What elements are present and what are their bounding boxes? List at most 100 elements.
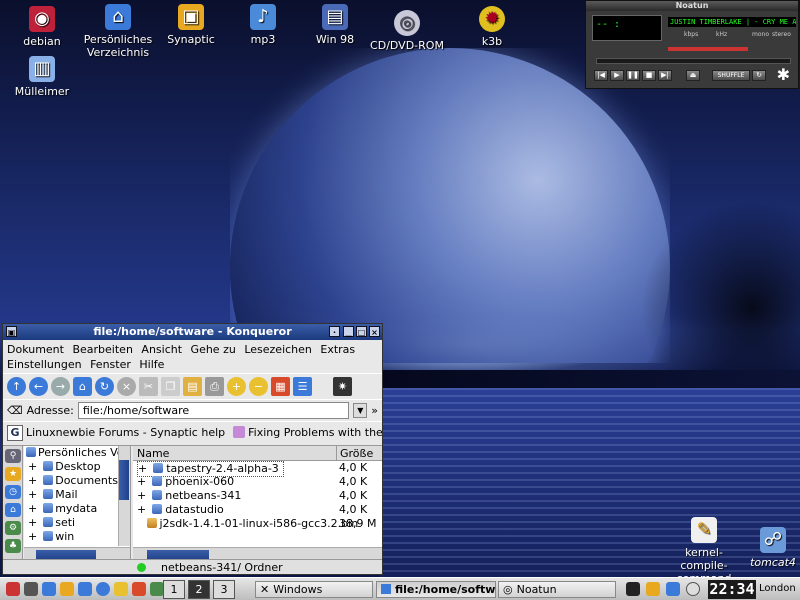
menu-fenster[interactable]: Fenster xyxy=(90,358,131,371)
icon-view-icon[interactable]: ▦ xyxy=(271,377,290,396)
desktop-icon-kernel-compile[interactable]: ✎ kernel-compile-command xyxy=(664,517,744,585)
sidebar-root-icon[interactable]: ♣ xyxy=(5,539,21,553)
menu-lesezeichen[interactable]: Lesezeichen xyxy=(244,343,312,356)
noatun-volume-bar[interactable] xyxy=(668,47,748,51)
konqueror-gear-icon[interactable]: ✷ xyxy=(333,377,352,396)
zoom-in-icon[interactable]: + xyxy=(227,377,246,396)
desktop-icon-debian[interactable]: ◉ debian xyxy=(2,6,82,48)
cut-icon[interactable]: ✂ xyxy=(139,377,158,396)
window-menu-icon[interactable]: ▣ xyxy=(6,326,17,337)
tree-item[interactable]: + mydata xyxy=(24,502,130,516)
klipper-icon[interactable] xyxy=(646,582,660,596)
tree-scroll-thumb[interactable] xyxy=(119,460,129,500)
pager-desktop-3[interactable]: 3 xyxy=(213,580,235,599)
noatun-prev-button[interactable]: |◀ xyxy=(594,70,608,81)
close-button[interactable]: × xyxy=(369,326,380,337)
noatun-stop-button[interactable]: ■ xyxy=(642,70,656,81)
desktop-icon-trash[interactable]: ▥ Mülleimer xyxy=(2,56,82,98)
tree-item[interactable]: Persönliches Ve xyxy=(24,446,130,460)
desktop-icon-k3b[interactable]: ✹ k3b xyxy=(452,6,532,48)
sidebar-home-icon[interactable]: ⌂ xyxy=(5,503,21,517)
folder-tree[interactable]: Persönliches Ve + Desktop + Documents + Mai… xyxy=(24,446,131,561)
sidebar-bookmarks-icon[interactable]: ★ xyxy=(5,467,21,481)
system-tray-disk-icon[interactable] xyxy=(686,582,700,596)
print-icon[interactable]: ⎙ xyxy=(205,377,224,396)
forward-arrow-icon[interactable]: → xyxy=(51,377,70,396)
k-menu-icon[interactable] xyxy=(6,582,20,596)
tree-item[interactable]: + seti xyxy=(24,516,130,530)
up-arrow-icon[interactable]: ↑ xyxy=(7,377,26,396)
address-input[interactable]: file:/home/software xyxy=(77,402,350,419)
desktop-icon-mp3[interactable]: ♪ mp3 xyxy=(223,4,303,46)
quicklaunch-help-icon[interactable] xyxy=(132,582,146,596)
pager-desktop-2[interactable]: 2 xyxy=(188,580,210,599)
noatun-pause-button[interactable]: ❚❚ xyxy=(626,70,640,81)
menu-gehe-zu[interactable]: Gehe zu xyxy=(191,343,236,356)
file-row[interactable]: + phoenix-060 4,0 K xyxy=(133,475,382,489)
home-icon[interactable]: ⌂ xyxy=(73,377,92,396)
clear-location-icon[interactable]: ⌫ xyxy=(7,404,23,417)
quicklaunch-mail-icon[interactable] xyxy=(114,582,128,596)
konqueror-window[interactable]: ▣ file:/home/software - Konqueror · ▁ □ … xyxy=(2,323,383,575)
task-konqueror[interactable]: file:/home/software xyxy=(376,581,496,598)
noatun-player[interactable]: Noatun -- : JUSTIN TIMBERLAKE | - CRY ME… xyxy=(585,0,799,89)
bookmark-linuxnewbie[interactable]: G Linuxnewbie Forums - Synaptic help xyxy=(7,424,225,441)
pager-desktop-1[interactable]: 1 xyxy=(163,580,185,599)
menu-extras[interactable]: Extras xyxy=(320,343,355,356)
copy-icon[interactable]: ❐ xyxy=(161,377,180,396)
tree-vertical-scrollbar[interactable] xyxy=(118,446,130,546)
quicklaunch-konqueror-icon[interactable] xyxy=(96,582,110,596)
bookmark-fixing-problems[interactable]: Fixing Problems with the Im xyxy=(233,426,382,439)
column-name[interactable]: Name xyxy=(137,446,169,461)
file-row[interactable]: j2sdk-1.4.1-01-linux-i586-gcc3.2.bin 38,… xyxy=(133,517,382,531)
desktop-icon-cdrom[interactable]: ◎ CD/DVD-ROM xyxy=(367,10,447,52)
toolbar-overflow-icon[interactable]: » xyxy=(371,404,378,417)
address-dropdown-icon[interactable]: ▼ xyxy=(353,403,368,418)
zoom-out-icon[interactable]: − xyxy=(249,377,268,396)
window-list-icon[interactable] xyxy=(42,582,56,596)
desktop-icon-tomcat4[interactable]: ☍ tomcat4 xyxy=(733,527,800,569)
noatun-next-button[interactable]: ▶| xyxy=(658,70,672,81)
minimize-button[interactable]: ▁ xyxy=(343,326,354,337)
sticky-button[interactable]: · xyxy=(329,326,340,337)
keyboard-layout-icon[interactable] xyxy=(626,582,640,596)
column-size[interactable]: Größe xyxy=(336,446,382,461)
detail-view-icon[interactable]: ☰ xyxy=(293,377,312,396)
menu-hilfe[interactable]: Hilfe xyxy=(139,358,164,371)
sidebar-network-icon[interactable]: ⚙ xyxy=(5,521,21,535)
file-row[interactable]: + netbeans-341 4,0 K xyxy=(133,489,382,503)
noatun-shuffle-button[interactable]: SHUFFLE xyxy=(712,70,750,81)
desktop-icon-synaptic[interactable]: ▣ Synaptic xyxy=(151,4,231,46)
noatun-eject-button[interactable]: ⏏ xyxy=(686,70,700,81)
taskbar-clock[interactable]: 22:34 xyxy=(708,580,756,599)
noatun-titlebar[interactable]: Noatun xyxy=(586,1,798,11)
maximize-button[interactable]: □ xyxy=(356,326,367,337)
task-noatun[interactable]: ◎ Noatun xyxy=(498,581,616,598)
file-list[interactable]: Name Größe + tapestry-2.4-alpha-3 4,0 K +… xyxy=(133,446,382,561)
noatun-play-button[interactable]: ▶ xyxy=(610,70,624,81)
reload-icon[interactable]: ↻ xyxy=(95,377,114,396)
quicklaunch-terminal-icon[interactable] xyxy=(150,582,164,596)
tree-item[interactable]: + Documents xyxy=(24,474,130,488)
task-windows[interactable]: ✕ Windows xyxy=(255,581,373,598)
back-arrow-icon[interactable]: ← xyxy=(29,377,48,396)
menu-bearbeiten[interactable]: Bearbeiten xyxy=(72,343,132,356)
noatun-repeat-button[interactable]: ↻ xyxy=(752,70,766,81)
file-row[interactable]: + tapestry-2.4-alpha-3 4,0 K xyxy=(133,461,382,477)
stop-icon[interactable]: × xyxy=(117,377,136,396)
volume-icon[interactable] xyxy=(666,582,680,596)
sidebar-history-icon[interactable]: ◷ xyxy=(5,485,21,499)
tree-item[interactable]: + Desktop xyxy=(24,460,130,474)
sidebar-search-icon[interactable]: ⚲ xyxy=(5,449,21,463)
desktop-icon-home[interactable]: ⌂ Persönliches Verzeichnis xyxy=(78,4,158,59)
noatun-seek-slider[interactable] xyxy=(596,58,791,64)
file-row[interactable]: + datastudio 4,0 K xyxy=(133,503,382,517)
desktop-icon-button[interactable] xyxy=(24,582,38,596)
konqueror-titlebar[interactable]: ▣ file:/home/software - Konqueror · ▁ □ … xyxy=(3,324,382,340)
quicklaunch-home-icon[interactable] xyxy=(78,582,92,596)
menu-dokument[interactable]: Dokument xyxy=(7,343,64,356)
quicklaunch-folder-icon[interactable] xyxy=(60,582,74,596)
tree-item[interactable]: + win xyxy=(24,530,130,544)
menu-einstellungen[interactable]: Einstellungen xyxy=(7,358,82,371)
desktop-icon-win98[interactable]: ▤ Win 98 xyxy=(295,4,375,46)
